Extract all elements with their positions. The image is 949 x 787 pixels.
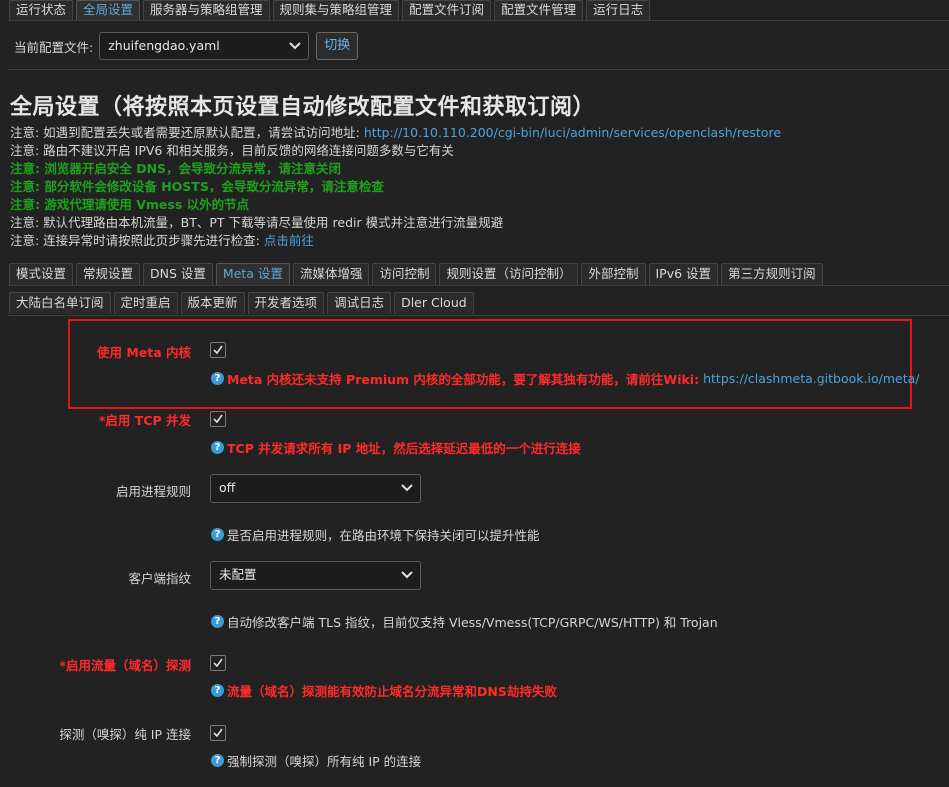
- tab-third-party-rules[interactable]: 第三方规则订阅: [721, 263, 823, 285]
- tab-global-settings[interactable]: 全局设置: [76, 0, 141, 20]
- page-title: 全局设置（将按照本页设置自动修改配置文件和获取订阅）: [10, 95, 596, 120]
- tab-general[interactable]: 常规设置: [76, 263, 141, 285]
- tab-dler-cloud[interactable]: Dler Cloud: [394, 292, 474, 314]
- client-fingerprint-help: ? 自动修改客户端 TLS 指纹，目前仅支持 Vless/Vmess(TCP/G…: [211, 612, 718, 631]
- tab-mainland-whitelist[interactable]: 大陆白名单订阅: [9, 292, 111, 314]
- process-rule-value: off: [219, 480, 236, 495]
- section-tabs-row2-divider: [8, 315, 949, 316]
- tab-dns[interactable]: DNS 设置: [143, 263, 213, 285]
- meta-core-help: ? Meta 内核还未支持 Premium 内核的全部功能，要了解其独有功能，请…: [211, 369, 919, 388]
- process-rule-help: ? 是否启用进程规则，在路由环境下保持关闭可以提升性能: [211, 525, 540, 544]
- tab-developer[interactable]: 开发者选项: [247, 292, 325, 314]
- tab-version-update[interactable]: 版本更新: [180, 292, 245, 314]
- tab-external-control[interactable]: 外部控制: [581, 263, 646, 285]
- switch-button[interactable]: 切换: [316, 32, 359, 60]
- note-secure-dns: 注意: 浏览器开启安全 DNS，会导致分流异常，请注意关闭: [10, 161, 342, 176]
- process-rule-select[interactable]: off: [210, 474, 421, 503]
- tab-scheduled-restart[interactable]: 定时重启: [113, 292, 178, 314]
- note-ipv6: 注意: 路由不建议开启 IPV6 和相关服务，目前反馈的网络连接问题多数与它有关: [10, 143, 454, 158]
- tab-debug-log[interactable]: 调试日志: [327, 292, 392, 314]
- tab-config-subscribe[interactable]: 配置文件订阅: [402, 0, 492, 20]
- client-fingerprint-select[interactable]: 未配置: [210, 561, 421, 590]
- highlight-box: [68, 319, 912, 409]
- tab-ipv6[interactable]: IPv6 设置: [648, 263, 719, 285]
- config-file-select[interactable]: zhuifengdao.yaml: [99, 32, 310, 60]
- config-file-value: zhuifengdao.yaml: [108, 38, 220, 53]
- tcp-concurrent-help: ? TCP 并发请求所有 IP 地址，然后选择延迟最低的一个进行连接: [211, 438, 581, 457]
- tab-meta[interactable]: Meta 设置: [215, 263, 290, 285]
- tab-rule-settings[interactable]: 规则设置（访问控制）: [439, 263, 579, 285]
- section-tabs-row1-divider: [8, 285, 949, 286]
- chevron-down-icon: [401, 484, 413, 492]
- sniffer-help: ? 流量（域名）探测能有效防止域名分流异常和DNS劫持失败: [211, 681, 557, 700]
- help-icon: ?: [211, 754, 224, 767]
- meta-core-checkbox[interactable]: [210, 342, 226, 358]
- check-link[interactable]: 点击前往: [264, 233, 314, 248]
- help-icon: ?: [211, 615, 224, 628]
- check-icon: [213, 414, 223, 424]
- tab-access-control[interactable]: 访问控制: [372, 263, 437, 285]
- sniffer-checkbox[interactable]: [210, 655, 226, 671]
- top-nav-tabs: 运行状态 全局设置 服务器与策略组管理 规则集与策略组管理 配置文件订阅 配置文…: [9, 0, 651, 20]
- help-icon: ?: [211, 372, 224, 385]
- chevron-down-icon: [289, 42, 301, 50]
- sniff-pure-ip-label: 探测（嗅探）纯 IP 连接: [59, 727, 191, 742]
- sniff-pure-ip-help: ? 强制探测（嗅探）所有纯 IP 的连接: [211, 751, 421, 770]
- note-check: 注意: 连接异常时请按照此页步骤先进行检查: 点击前往: [10, 233, 314, 248]
- config-divider: [8, 69, 949, 70]
- note-restore: 注意: 如遇到配置丢失或者需要还原默认配置，请尝试访问地址: http://10…: [10, 125, 782, 140]
- note-vmess: 注意: 游戏代理请使用 Vmess 以外的节点: [10, 197, 250, 212]
- help-icon: ?: [211, 528, 224, 541]
- meta-core-label: 使用 Meta 内核: [96, 345, 191, 360]
- sniff-pure-ip-checkbox[interactable]: [210, 725, 226, 741]
- help-icon: ?: [211, 441, 224, 454]
- client-fingerprint-value: 未配置: [219, 567, 257, 582]
- chevron-down-icon: [401, 571, 413, 579]
- tab-streaming[interactable]: 流媒体增强: [292, 263, 370, 285]
- note-hosts: 注意: 部分软件会修改设备 HOSTS，会导致分流异常，请注意检查: [10, 179, 384, 194]
- tab-status[interactable]: 运行状态: [9, 0, 74, 20]
- note-redir: 注意: 默认代理路由本机流量，BT、PT 下载等请尽量使用 redir 模式并注…: [10, 215, 504, 230]
- tab-server-groups[interactable]: 服务器与策略组管理: [143, 0, 270, 20]
- tab-config-manage[interactable]: 配置文件管理: [494, 0, 584, 20]
- section-tabs-row1: 模式设置 常规设置 DNS 设置 Meta 设置 流媒体增强 访问控制 规则设置…: [9, 263, 823, 285]
- config-label: 当前配置文件:: [14, 39, 94, 55]
- restore-link[interactable]: http://10.10.110.200/cgi-bin/luci/admin/…: [364, 125, 781, 140]
- top-tabs-divider: [8, 20, 949, 21]
- section-tabs-row2: 大陆白名单订阅 定时重启 版本更新 开发者选项 调试日志 Dler Cloud: [9, 292, 474, 314]
- tab-logs[interactable]: 运行日志: [586, 0, 651, 20]
- check-icon: [213, 728, 223, 738]
- tcp-concurrent-checkbox[interactable]: [210, 411, 226, 427]
- tab-mode[interactable]: 模式设置: [9, 263, 74, 285]
- notes-list: 注意: 如遇到配置丢失或者需要还原默认配置，请尝试访问地址: http://10…: [10, 124, 781, 250]
- tcp-concurrent-label: *启用 TCP 并发: [98, 413, 191, 428]
- meta-wiki-link[interactable]: https://clashmeta.gitbook.io/meta/: [703, 371, 919, 386]
- help-icon: ?: [211, 684, 224, 697]
- sniffer-label: *启用流量（域名）探测: [59, 658, 191, 673]
- check-icon: [213, 658, 223, 668]
- config-selector-row: 当前配置文件: zhuifengdao.yaml 切换: [14, 32, 359, 60]
- client-fingerprint-label: 客户端指纹: [128, 571, 191, 586]
- check-icon: [213, 345, 223, 355]
- tab-rulesets[interactable]: 规则集与策略组管理: [272, 0, 400, 20]
- process-rule-label: 启用进程规则: [115, 484, 191, 499]
